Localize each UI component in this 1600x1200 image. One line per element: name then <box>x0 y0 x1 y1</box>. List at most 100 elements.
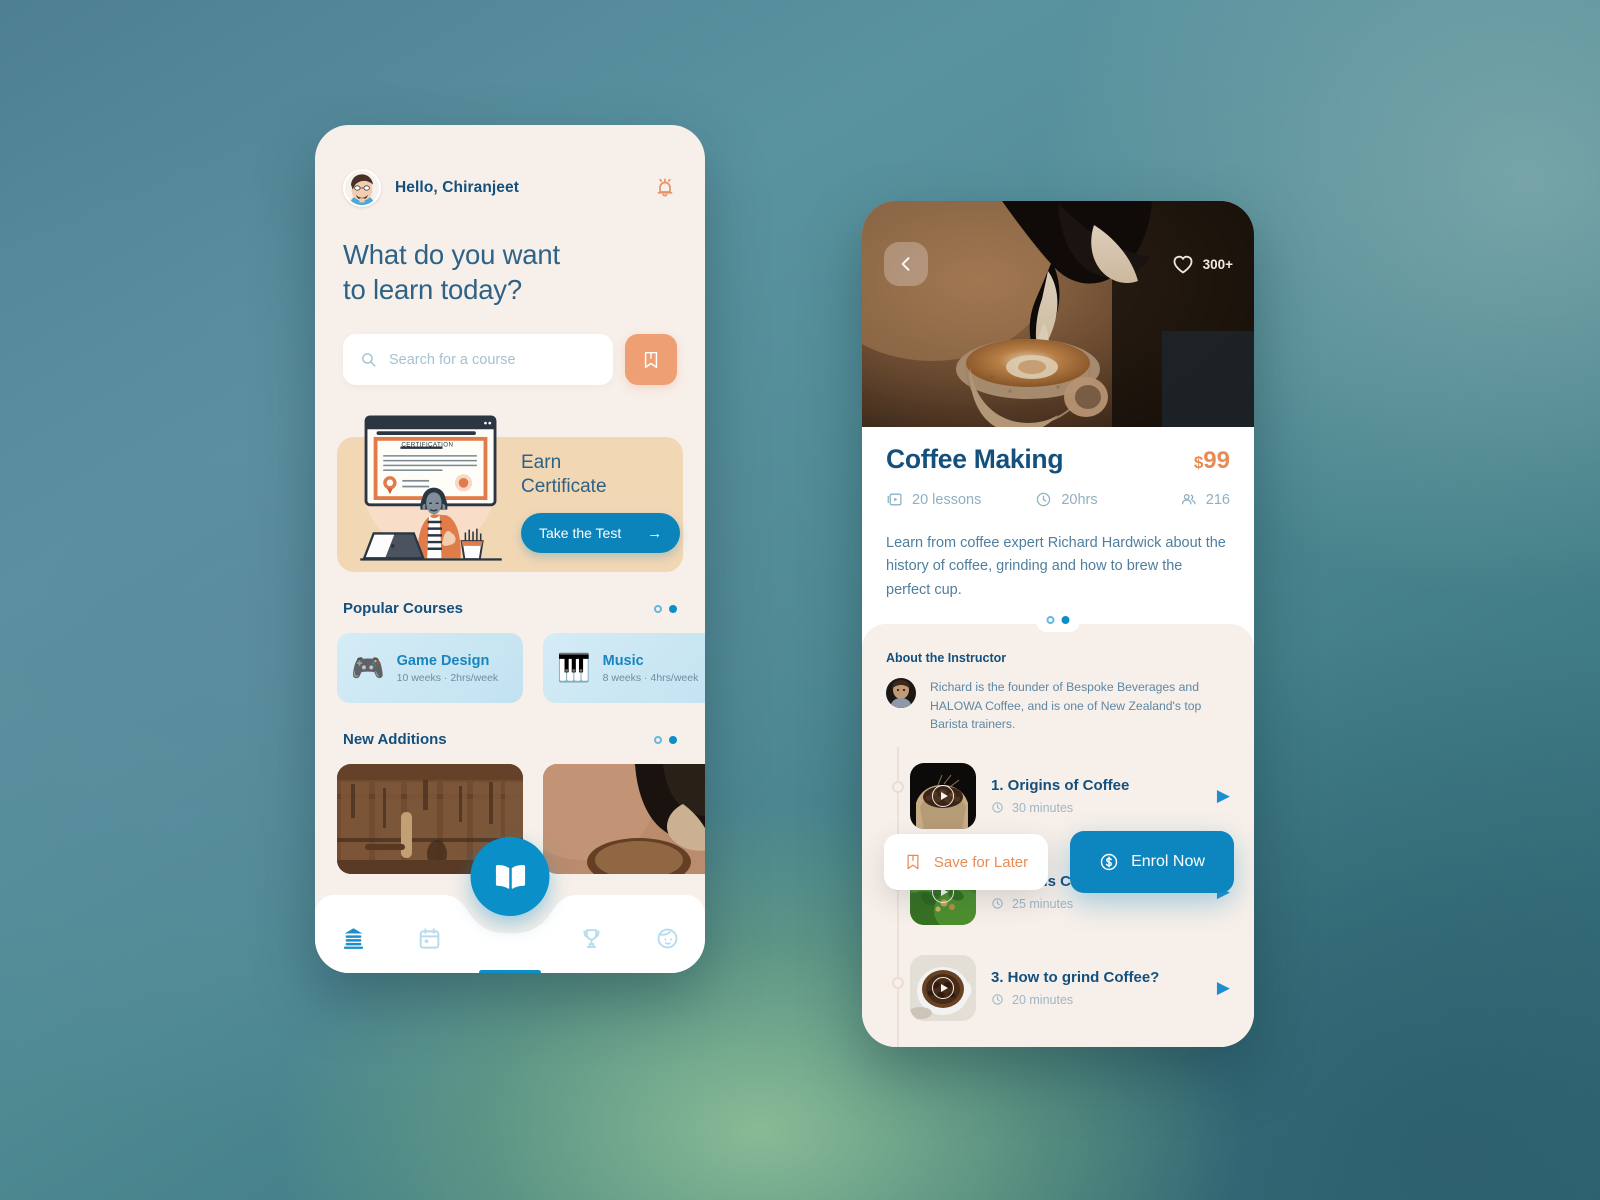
carousel-dot-2[interactable] <box>1061 616 1070 625</box>
headline-line-2: to learn today? <box>343 274 522 306</box>
headline-line-1: What do you want <box>343 239 560 270</box>
carousel-dot-2[interactable] <box>669 735 677 744</box>
certificate-word: CERTIFICATION <box>401 442 453 449</box>
app-background: Hello, Chiranjeet What do you want to le… <box>0 0 1600 1200</box>
play-icon[interactable] <box>932 784 954 807</box>
lesson-title: 3. How to grind Coffee? <box>991 968 1160 986</box>
stat-lessons-label: 20 lessons <box>912 491 982 508</box>
instructor-avatar <box>886 678 916 709</box>
save-for-later-label: Save for Later <box>933 853 1029 871</box>
popular-carousel-dots[interactable] <box>654 604 677 613</box>
bookmark-icon <box>907 854 919 870</box>
lesson-duration-label: 30 minutes <box>1012 800 1074 815</box>
course-detail-body: Coffee Making $99 20 lessons 20hrs 216 L… <box>862 427 1254 603</box>
play-triangle-icon[interactable]: ▶ <box>1217 786 1230 806</box>
course-title-row: Coffee Making $99 <box>886 427 1230 475</box>
save-for-later-button[interactable]: Save for Later <box>884 834 1048 890</box>
nav-items <box>315 917 705 959</box>
earn-certificate-banner[interactable]: CERTIFICATION Earn Certificate Take the … <box>337 415 683 573</box>
chevron-left-icon <box>901 257 910 271</box>
stat-lessons: 20 lessons <box>886 491 981 508</box>
piano-icon: 🎹 <box>557 652 591 683</box>
bottom-navigation <box>315 837 705 973</box>
sidebar-item-achievements[interactable] <box>553 917 629 959</box>
sidebar-item-profile[interactable] <box>629 917 705 959</box>
bookmark-icon <box>644 351 658 368</box>
bell-icon[interactable] <box>653 176 677 200</box>
likes-badge[interactable]: 300+ <box>1172 254 1233 274</box>
take-test-label: Take the Test <box>539 525 622 542</box>
course-detail-phone: 300+ Coffee Making $99 20 lessons 20hrs … <box>862 201 1254 1047</box>
lesson-info: 1. Origins of Coffee 30 minutes <box>991 777 1202 815</box>
lesson-duration-label: 20 minutes <box>1012 992 1074 1007</box>
price-currency: $ <box>1193 453 1204 472</box>
clock-icon <box>992 898 1003 909</box>
timeline-node-1 <box>892 780 904 793</box>
instructor-row: Richard is the founder of Bespoke Bevera… <box>886 678 1230 732</box>
lesson-item-3[interactable]: 3. How to grind Coffee? 20 minutes ▶ <box>910 947 1230 1029</box>
take-the-test-button[interactable]: Take the Test → <box>521 513 681 554</box>
sidebar-item-calendar[interactable] <box>391 917 467 959</box>
play-triangle-icon[interactable]: ▶ <box>1217 978 1230 998</box>
stat-duration-label: 20hrs <box>1061 491 1098 508</box>
course-card-music[interactable]: 🎹 Music 8 weeks · 4hrs/week <box>543 633 705 704</box>
books-icon <box>343 927 363 949</box>
popular-courses-list[interactable]: 🎮 Game Design 10 weeks · 2hrs/week 🎹 Mus… <box>337 633 705 704</box>
popular-courses-header: Popular Courses <box>315 600 705 617</box>
course-card-game-design[interactable]: 🎮 Game Design 10 weeks · 2hrs/week <box>337 633 523 704</box>
course-actions: Save for Later Enrol Now <box>884 831 1234 893</box>
clock-icon <box>1037 492 1051 507</box>
arrow-right-icon: → <box>647 524 663 542</box>
people-icon <box>1181 494 1196 505</box>
lesson-item-1[interactable]: 1. Origins of Coffee 30 minutes ▶ <box>910 755 1230 837</box>
enrol-now-label: Enrol Now <box>1131 853 1205 870</box>
popular-courses-title: Popular Courses <box>343 600 464 618</box>
library-fab-button[interactable] <box>470 837 550 916</box>
sidebar-item-home[interactable] <box>315 917 391 959</box>
lesson-duration: 30 minutes <box>991 801 1202 815</box>
home-screen-phone: Hello, Chiranjeet What do you want to le… <box>315 125 705 973</box>
course-price: $99 <box>1194 447 1230 475</box>
stat-students-label: 216 <box>1205 491 1230 508</box>
likes-count: 300+ <box>1202 256 1233 272</box>
home-header: Hello, Chiranjeet <box>315 125 705 207</box>
page-title: What do you want to learn today? <box>315 207 705 307</box>
open-book-icon <box>495 864 525 889</box>
stat-students: 216 <box>1180 491 1230 508</box>
search-input[interactable] <box>389 351 596 368</box>
game-controller-icon: 🎮 <box>351 652 385 683</box>
search-row <box>315 307 705 386</box>
carousel-dot-2[interactable] <box>669 604 677 613</box>
bookmark-button[interactable] <box>625 334 677 386</box>
banner-title: Earn Certificate <box>521 451 607 499</box>
calendar-icon <box>419 927 439 949</box>
enrol-now-button[interactable]: Enrol Now <box>1070 831 1234 893</box>
course-meta: 10 weeks · 2hrs/week <box>396 671 499 684</box>
lesson-duration-label: 25 minutes <box>1012 896 1074 911</box>
carousel-dot-1[interactable] <box>654 604 662 613</box>
course-hero-image: 300+ <box>862 201 1254 427</box>
new-additions-carousel-dots[interactable] <box>654 735 677 744</box>
face-icon <box>657 928 677 948</box>
play-icon[interactable] <box>932 976 954 999</box>
detail-carousel-dots[interactable] <box>1036 612 1080 633</box>
new-addition-card-coffee[interactable] <box>543 764 705 875</box>
certificate-illustration: CERTIFICATION <box>345 407 517 572</box>
carousel-dot-1[interactable] <box>654 735 662 744</box>
lesson-duration: 25 minutes <box>991 897 1202 911</box>
lesson-thumbnail <box>910 762 976 829</box>
course-name: Music <box>602 652 644 669</box>
greeting-text: Hello, Chiranjeet <box>395 179 520 196</box>
video-lessons-icon <box>887 493 902 506</box>
carousel-dot-1[interactable] <box>1046 616 1055 625</box>
back-button[interactable] <box>884 242 928 286</box>
heart-icon <box>1173 255 1193 274</box>
search-icon <box>362 353 376 367</box>
search-box[interactable] <box>343 334 613 386</box>
new-additions-header: New Additions <box>315 731 705 748</box>
avatar[interactable] <box>343 169 381 207</box>
lesson-info: 3. How to grind Coffee? 20 minutes <box>991 969 1202 1007</box>
dollar-coin-icon <box>1100 853 1118 871</box>
clock-icon <box>992 994 1003 1005</box>
course-name: Game Design <box>396 652 490 669</box>
